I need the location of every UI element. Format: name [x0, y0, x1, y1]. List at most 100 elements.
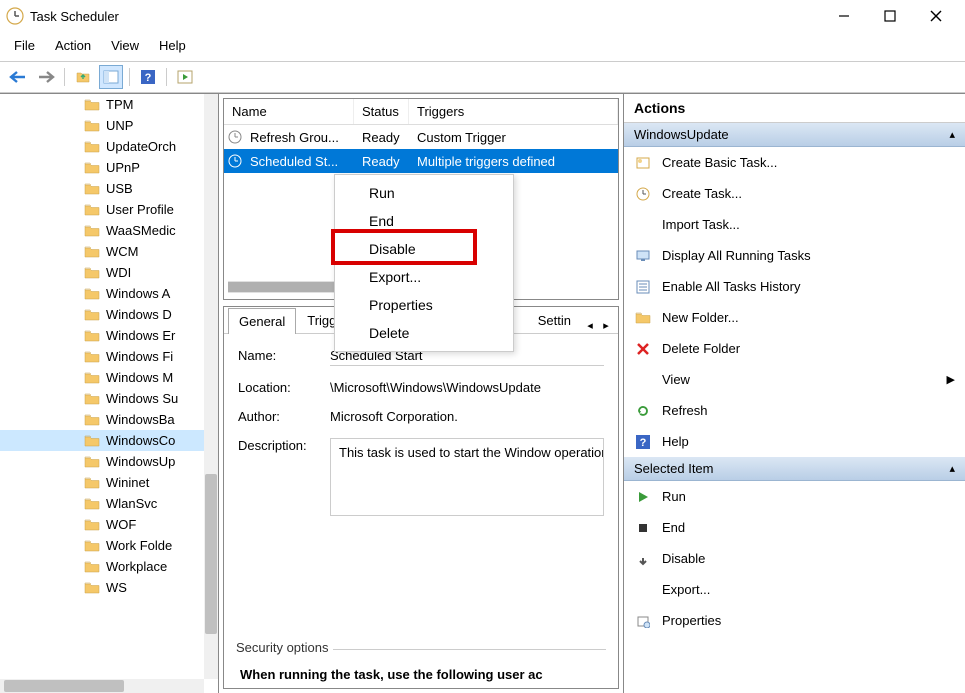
tree-node[interactable]: UNP	[0, 115, 204, 136]
context-menu-item[interactable]: Run	[335, 179, 513, 207]
context-menu-item[interactable]: Export...	[335, 263, 513, 291]
up-button[interactable]	[71, 65, 95, 89]
tree-node[interactable]: WindowsUp	[0, 451, 204, 472]
context-menu-item[interactable]: Delete	[335, 319, 513, 347]
tree-node[interactable]: Windows D	[0, 304, 204, 325]
folder-icon	[84, 266, 100, 280]
col-name[interactable]: Name	[224, 99, 354, 124]
tree-node-label: Work Folde	[106, 538, 172, 553]
tree-node[interactable]: UPnP	[0, 157, 204, 178]
detail-name-label: Name:	[238, 348, 330, 366]
tree-horizontal-scrollbar[interactable]	[0, 679, 204, 693]
action-item[interactable]: Run	[624, 481, 965, 512]
action-label: Disable	[662, 551, 705, 566]
col-status[interactable]: Status	[354, 99, 409, 124]
tree-node[interactable]: Work Folde	[0, 535, 204, 556]
detail-location-value: \Microsoft\Windows\WindowsUpdate	[330, 380, 604, 395]
action-item[interactable]: Import Task...	[624, 209, 965, 240]
action-item[interactable]: Display All Running Tasks	[624, 240, 965, 271]
task-status: Ready	[354, 154, 409, 169]
action-item[interactable]: View▶	[624, 364, 965, 395]
col-triggers[interactable]: Triggers	[409, 99, 618, 124]
context-menu[interactable]: RunEndDisableExport...PropertiesDelete	[334, 174, 514, 352]
context-menu-item[interactable]: Disable	[335, 235, 513, 263]
task-row[interactable]: Scheduled St...ReadyMultiple triggers de…	[224, 149, 618, 173]
task-status: Ready	[354, 130, 409, 145]
task-row[interactable]: Refresh Grou...ReadyCustom Trigger	[224, 125, 618, 149]
action-item[interactable]: Disable	[624, 543, 965, 574]
minimize-button[interactable]	[821, 0, 867, 32]
tree-node[interactable]: WaaSMedic	[0, 220, 204, 241]
tree-vertical-scrollbar[interactable]	[204, 94, 218, 679]
action-label: Properties	[662, 613, 721, 628]
action-item[interactable]: Delete Folder	[624, 333, 965, 364]
action-item[interactable]: Create Task...	[624, 178, 965, 209]
task-name: Scheduled St...	[242, 154, 354, 169]
forward-button[interactable]	[34, 65, 58, 89]
folder-icon	[84, 455, 100, 469]
tab-scroll-left[interactable]: ◂	[582, 317, 598, 333]
folder-icon	[84, 98, 100, 112]
task-icon	[634, 186, 652, 202]
close-button[interactable]	[913, 0, 959, 32]
tree-node[interactable]: User Profile	[0, 199, 204, 220]
folder-icon	[84, 287, 100, 301]
tree-node[interactable]: WlanSvc	[0, 493, 204, 514]
tree-node[interactable]: USB	[0, 178, 204, 199]
action-item[interactable]: Refresh	[624, 395, 965, 426]
show-hide-console-tree-button[interactable]	[99, 65, 123, 89]
tree-node[interactable]: Windows Su	[0, 388, 204, 409]
run-toolbar-button[interactable]	[173, 65, 197, 89]
delete-x-icon	[634, 341, 652, 357]
action-item[interactable]: Create Basic Task...	[624, 147, 965, 178]
tree-node[interactable]: Wininet	[0, 472, 204, 493]
tree-pane: TPM UNPUpdateOrchUPnP USB User ProfileWaaSM…	[0, 94, 219, 693]
back-button[interactable]	[6, 65, 30, 89]
menu-action[interactable]: Action	[45, 34, 101, 57]
svg-text:?: ?	[640, 437, 647, 449]
tree-node[interactable]: WS	[0, 577, 204, 598]
actions-group-windowsupdate[interactable]: WindowsUpdate ▴	[624, 123, 965, 147]
tree-node[interactable]: WCM	[0, 241, 204, 262]
tree-node[interactable]: WDI	[0, 262, 204, 283]
action-label: Export...	[662, 582, 710, 597]
action-item[interactable]: Enable All Tasks History	[624, 271, 965, 302]
context-menu-item[interactable]: Properties	[335, 291, 513, 319]
folder-icon	[84, 581, 100, 595]
action-item[interactable]: Export...	[624, 574, 965, 605]
tree-node[interactable]: Windows Fi	[0, 346, 204, 367]
tree-node[interactable]: WOF	[0, 514, 204, 535]
action-item[interactable]: Properties	[624, 605, 965, 636]
tree-node[interactable]: Workplace	[0, 556, 204, 577]
tab-general[interactable]: General	[228, 308, 296, 334]
help-toolbar-button[interactable]: ?	[136, 65, 160, 89]
folder-icon	[84, 161, 100, 175]
menu-view[interactable]: View	[101, 34, 149, 57]
maximize-button[interactable]	[867, 0, 913, 32]
task-list-header[interactable]: Name Status Triggers	[224, 99, 618, 125]
tree-node-label: Windows A	[106, 286, 170, 301]
tree-node[interactable]: WindowsBa	[0, 409, 204, 430]
tree-node[interactable]: UpdateOrch	[0, 136, 204, 157]
action-label: Help	[662, 434, 689, 449]
tree-node[interactable]: TPM	[0, 94, 204, 115]
tree-node[interactable]: Windows A	[0, 283, 204, 304]
folder-icon	[634, 311, 652, 325]
folder-icon	[84, 140, 100, 154]
context-menu-item[interactable]: End	[335, 207, 513, 235]
actions-group-selected-item[interactable]: Selected Item ▴	[624, 457, 965, 481]
action-item[interactable]: ? Help	[624, 426, 965, 457]
tab-settings[interactable]: Settin	[527, 307, 582, 333]
tree-node-label: TPM	[106, 97, 133, 112]
tree-node[interactable]: Windows Er	[0, 325, 204, 346]
tab-scroll-right[interactable]: ▸	[598, 317, 614, 333]
tree-node[interactable]: WindowsCo	[0, 430, 204, 451]
menu-help[interactable]: Help	[149, 34, 196, 57]
action-item[interactable]: New Folder...	[624, 302, 965, 333]
menu-file[interactable]: File	[4, 34, 45, 57]
action-item[interactable]: End	[624, 512, 965, 543]
tree-node-label: Windows Su	[106, 391, 178, 406]
props-icon	[634, 614, 652, 628]
tree-node[interactable]: Windows M	[0, 367, 204, 388]
tree-node-label: USB	[106, 181, 133, 196]
